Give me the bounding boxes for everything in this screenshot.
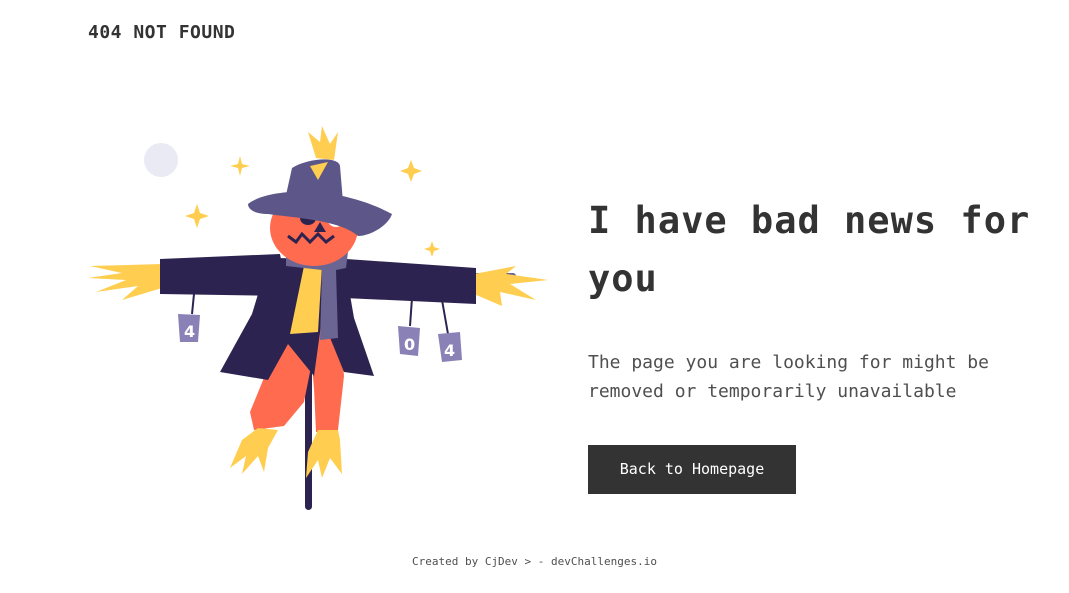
left-foot-straw (230, 428, 278, 474)
moon-icon (144, 143, 178, 177)
can-middle-label: 0 (404, 335, 415, 354)
can-left: 4 (178, 293, 200, 342)
footer-credit: Created by CjDev > - devChallenges.io (411, 555, 658, 568)
page-message: The page you are looking for might be re… (588, 352, 989, 402)
sparkle-icon (400, 160, 422, 182)
sparkle-icon (424, 241, 440, 257)
scarecrow-illustration: 4 0 4 (82, 118, 560, 518)
can-left-label: 4 (184, 322, 195, 341)
not-found-page: 404 NOT FOUND 4 0 4 I have bad news for … (0, 0, 1069, 593)
left-hand-straw (88, 264, 162, 300)
page-headline: I have bad news for you (588, 199, 1031, 300)
hat-straw (308, 126, 338, 160)
back-to-homepage-button[interactable]: Back to Homepage (588, 445, 796, 494)
can-right: 4 (438, 299, 462, 362)
right-hand-straw (474, 266, 548, 306)
main-content: I have bad news for you The page you are… (588, 192, 1048, 494)
sparkle-icon (230, 156, 250, 176)
site-brand: 404 NOT FOUND (88, 22, 236, 43)
can-middle: 0 (398, 297, 420, 356)
coat-right-arm (332, 258, 476, 304)
can-right-label: 4 (444, 341, 455, 360)
sparkle-icon (185, 204, 209, 228)
